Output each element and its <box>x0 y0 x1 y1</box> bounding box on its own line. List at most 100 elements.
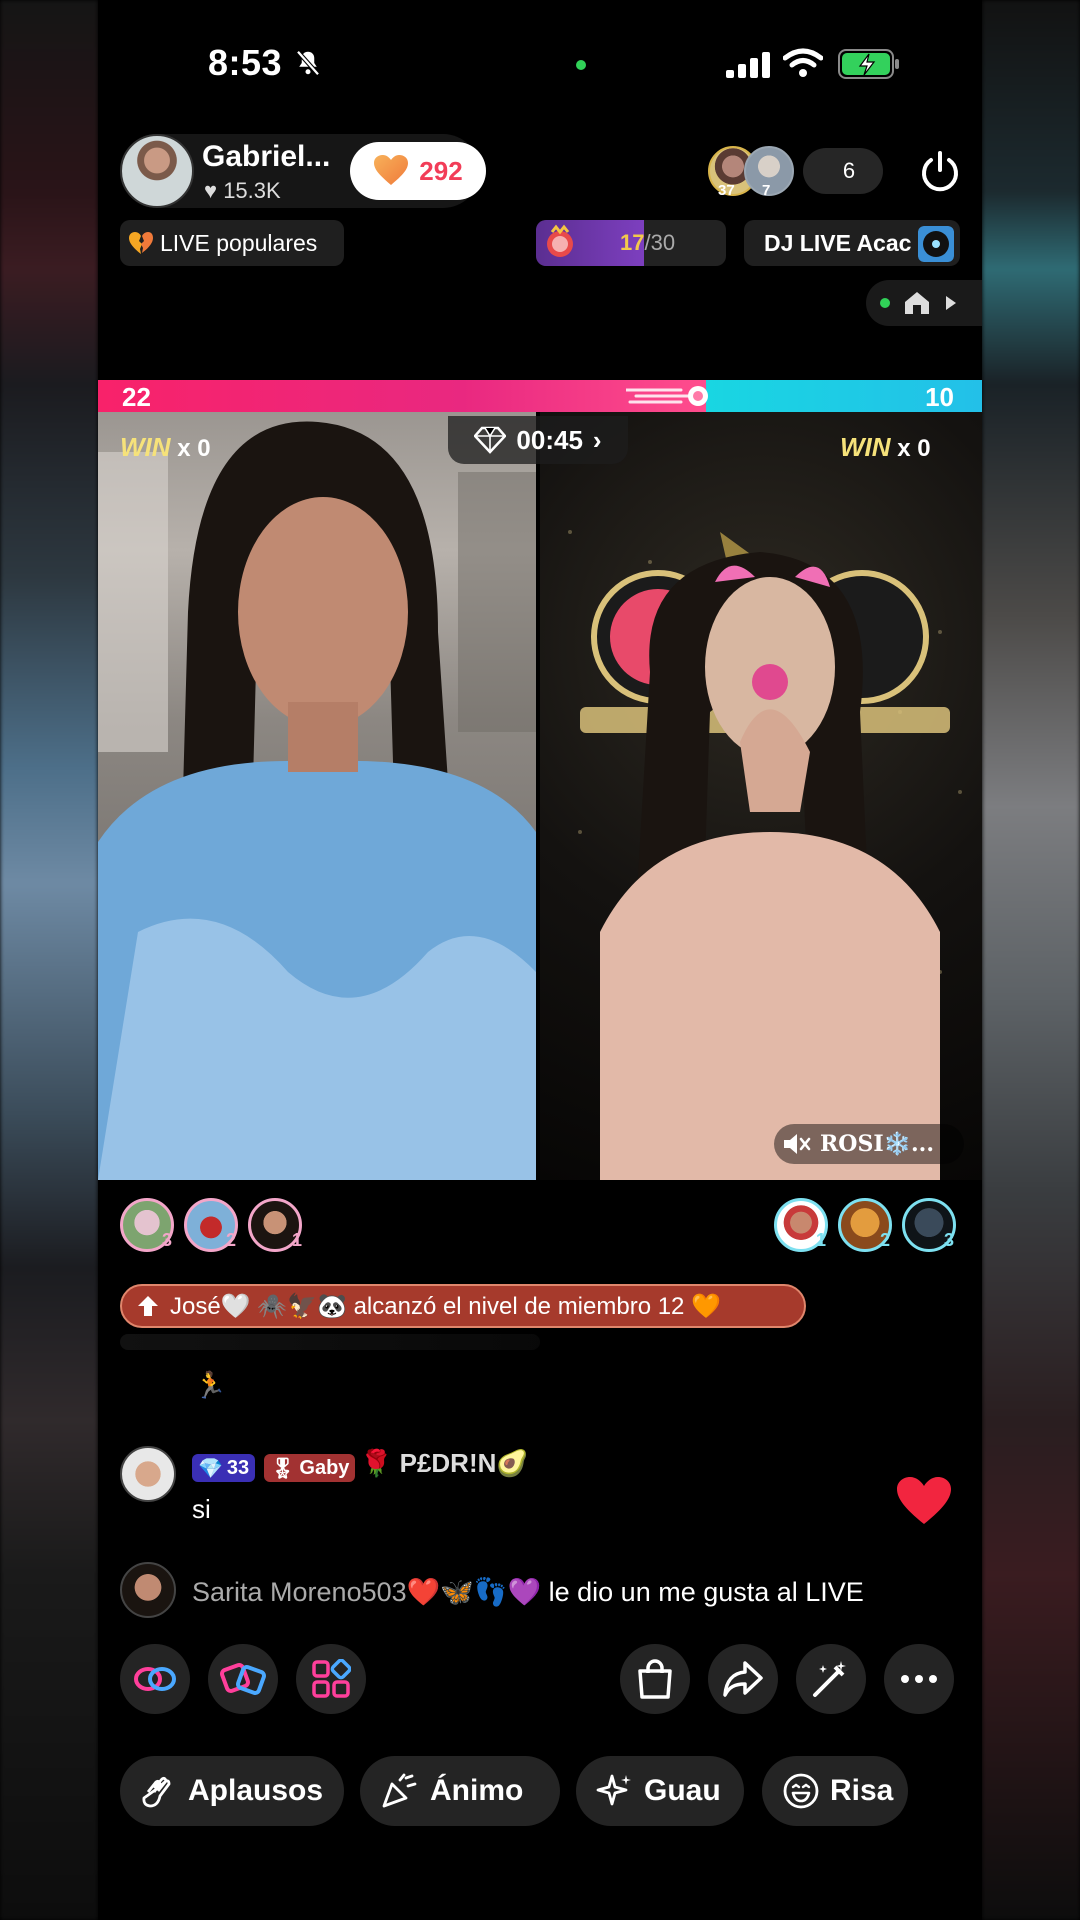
wifi-icon <box>783 48 823 77</box>
camera-indicator <box>576 60 586 70</box>
supporter-rank: 3 <box>944 1230 955 1250</box>
viewer-count[interactable]: 6 <box>803 148 883 194</box>
battery-charging-icon <box>838 49 899 79</box>
sparkle-icon <box>596 1774 631 1806</box>
top-viewer-badge: 7 <box>762 182 771 199</box>
host-likes: ♥ 15.3K <box>204 178 281 203</box>
power-icon[interactable] <box>918 150 962 194</box>
supporter-rank: 3 <box>162 1230 173 1250</box>
opponent-name: ROSI❄️... <box>820 1131 934 1157</box>
top-viewer-badge: 37 <box>718 182 735 199</box>
follow-count: 292 <box>419 155 463 186</box>
more-button[interactable] <box>884 1644 954 1714</box>
runner-icon: 🏃 <box>194 1370 227 1400</box>
floating-heart-icon <box>897 1477 951 1524</box>
apps-icon <box>312 1659 351 1698</box>
chevron-right-icon: › <box>592 424 602 455</box>
host-avatar[interactable] <box>120 134 194 208</box>
reaction-label: Aplausos <box>188 1774 324 1807</box>
supporter-rank: 2 <box>880 1230 891 1250</box>
host-video-frame <box>98 421 536 1180</box>
opponent-mute-tag[interactable]: ROSI❄️... <box>774 1124 964 1164</box>
battle-spark-icon <box>626 386 708 406</box>
status-time: 8:53 <box>208 42 283 83</box>
comment-text: si <box>192 1494 211 1524</box>
dj-live-label: DJ LIVE Acac <box>764 230 912 256</box>
supporter-rank: 1 <box>816 1230 827 1250</box>
blurred-background-right <box>982 0 1080 1920</box>
like-user-name[interactable]: Sarita Moreno503❤️🦋👣💜 <box>192 1577 541 1607</box>
like-user-avatar[interactable] <box>120 1562 176 1618</box>
goal-progress-pill[interactable]: 17/30 <box>536 220 726 266</box>
link-icon <box>134 1667 176 1691</box>
share-button[interactable] <box>708 1644 778 1714</box>
reaction-label: Risa <box>830 1774 894 1807</box>
battle-timer[interactable]: 00:45 › <box>448 416 628 464</box>
share-icon <box>723 1661 763 1697</box>
reaction-aplausos[interactable]: Aplausos <box>120 1756 344 1826</box>
faded-message <box>120 1334 540 1350</box>
shop-icon <box>638 1659 672 1699</box>
live-screen: 8:53 Gabriel... ♥ 15.3K 292 37 7 6 LIVE … <box>98 0 982 1920</box>
win-counter-right: WIN x 0 <box>840 432 931 462</box>
reaction-label: Guau <box>644 1774 721 1807</box>
battle-score-right: 10 <box>925 382 954 412</box>
mini-controls-pill[interactable] <box>866 280 982 326</box>
clap-icon <box>142 1776 171 1808</box>
laugh-face-icon <box>783 1773 819 1809</box>
opponent-video[interactable] <box>540 412 982 1180</box>
apps-button[interactable] <box>296 1644 366 1714</box>
heart-icon: ♥ <box>204 178 218 203</box>
host-name: Gabriel... <box>202 140 331 173</box>
like-event-message: le dio un me gusta al LIVE <box>548 1577 864 1607</box>
live-popular-pill[interactable]: LIVE populares <box>120 220 344 266</box>
shop-button[interactable] <box>620 1644 690 1714</box>
live-dot <box>880 298 890 308</box>
reaction-label: Ánimo <box>430 1774 524 1807</box>
heart-gradient-icon <box>374 155 409 185</box>
bell-muted-icon <box>296 50 320 76</box>
diamond-icon <box>474 426 507 454</box>
turntable-icon <box>918 226 954 262</box>
battle-score-left: 22 <box>122 382 151 412</box>
supporter-rank: 1 <box>292 1230 303 1250</box>
blurred-background-left <box>0 0 98 1920</box>
diamond-level-icon: 💎 <box>198 1457 223 1480</box>
broken-heart-icon <box>129 232 153 254</box>
dj-live-pill[interactable]: DJ LIVE Acac <box>744 220 960 266</box>
fan-club-badge: 🎖 Gaby <box>264 1454 356 1482</box>
link-button[interactable] <box>120 1644 190 1714</box>
reaction-risa[interactable]: Risa <box>762 1756 908 1826</box>
live-popular-label: LIVE populares <box>160 229 318 256</box>
member-banner-text: José🤍 🕷️🦅🐼 alcanzó el nivel de miembro 1… <box>170 1292 721 1320</box>
opponent-video-frame <box>568 530 962 1180</box>
fan-club-icon: 🎖 <box>270 1457 296 1480</box>
host-video[interactable] <box>98 412 536 1180</box>
expand-arrow-icon <box>946 296 956 310</box>
battle-bar-left <box>98 380 706 412</box>
reaction-animo[interactable]: Ánimo <box>360 1756 560 1826</box>
home-icon <box>905 292 929 314</box>
win-counter-left: WIN x 0 <box>120 432 211 462</box>
battle-timer-text: 00:45 <box>516 424 583 455</box>
goal-gift-icon <box>547 224 573 257</box>
speaker-muted-icon <box>784 1134 811 1154</box>
magic-wand-icon <box>813 1661 846 1697</box>
battle-score-bar: 22 10 <box>98 380 982 412</box>
effects-button[interactable] <box>796 1644 866 1714</box>
more-icon <box>901 1675 937 1683</box>
cell-signal-icon <box>726 50 770 78</box>
goal-progress-text: 17/30 <box>620 230 676 255</box>
member-level-banner[interactable]: José🤍 🕷️🦅🐼 alcanzó el nivel de miembro 1… <box>120 1284 806 1328</box>
level-up-arrow-icon <box>138 1296 158 1316</box>
party-horn-icon <box>382 1773 417 1808</box>
commenter-avatar[interactable] <box>120 1446 176 1502</box>
follow-button[interactable]: 292 <box>350 142 486 200</box>
reaction-guau[interactable]: Guau <box>576 1756 744 1826</box>
user-level-badge: 💎 33 <box>192 1454 256 1482</box>
multi-guest-button[interactable] <box>208 1644 278 1714</box>
multi-guest-icon <box>220 1663 266 1695</box>
commenter-username[interactable]: 🌹 P£DR!N🥑 <box>360 1448 529 1479</box>
supporter-rank: 2 <box>226 1230 237 1250</box>
like-event: Sarita Moreno503❤️🦋👣💜 le dio un me gusta… <box>192 1576 864 1608</box>
